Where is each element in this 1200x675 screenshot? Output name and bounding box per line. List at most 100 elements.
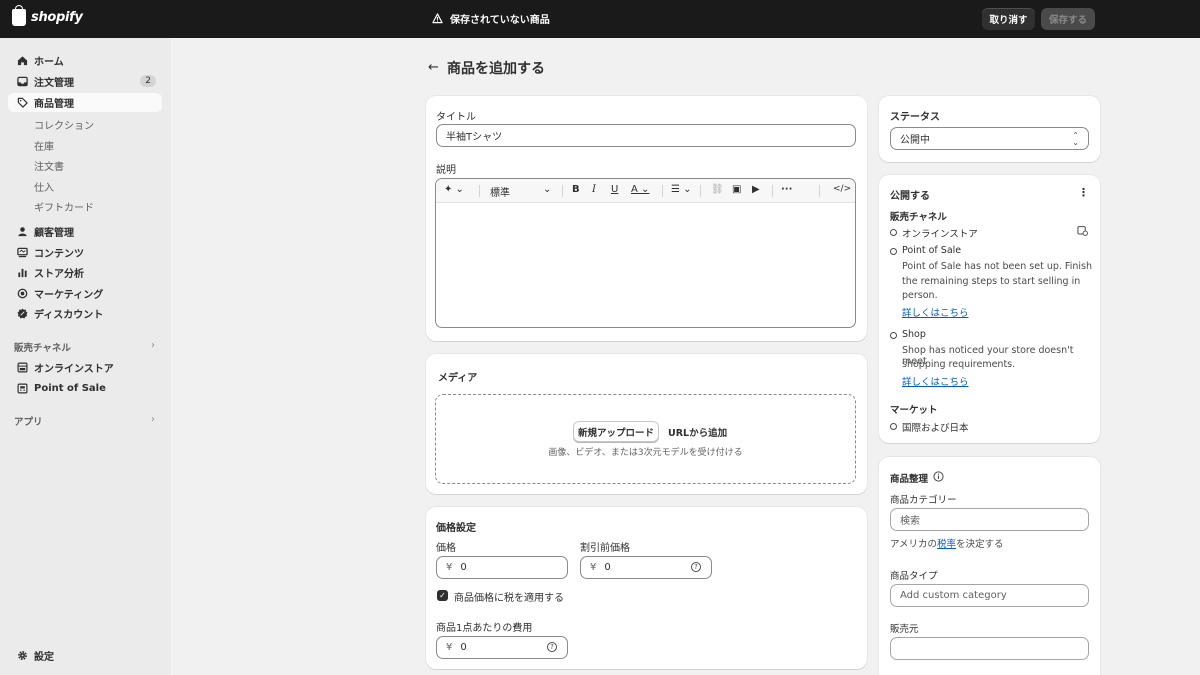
media-hint: 画像、ビデオ、または3次元モデルを受け付ける <box>548 448 743 458</box>
tax-note-suffix: を決定する <box>956 539 1004 550</box>
back-arrow-icon[interactable]: ← <box>428 60 439 75</box>
format-select[interactable]: 標準 <box>490 184 510 199</box>
pricing-card: 価格設定 価格 ¥ 0 割引前価格 ¥ 0 ? ✓ 商品価格に税を適用する 商品… <box>426 507 867 669</box>
status-heading: ステータス <box>890 112 940 123</box>
page-title: 商品を追加する <box>447 61 545 77</box>
vendor-label: 販売元 <box>890 624 919 635</box>
code-icon[interactable]: </> <box>833 184 851 194</box>
shopify-bag-icon <box>12 5 26 26</box>
pos-note-line: person. <box>902 290 938 301</box>
bold-icon[interactable]: B <box>572 184 580 195</box>
pos-learn-more-link[interactable]: 詳しくはこちら <box>902 305 969 319</box>
channel-shop: Shop <box>902 329 926 340</box>
product-type-label: 商品タイプ <box>890 571 938 582</box>
upload-button[interactable]: 新規アップロード <box>573 421 659 442</box>
title-input[interactable]: 半袖Tシャツ <box>436 124 856 147</box>
sidebar: ホーム 注文管理 2 商品管理 コレクション 在庫 注文書 仕入 ギフトカード … <box>0 38 171 675</box>
toolbar-divider <box>819 185 820 197</box>
help-circle-icon[interactable]: ? <box>547 642 557 652</box>
logo-text: shopify <box>31 10 83 25</box>
calendar-schedule-icon[interactable] <box>1077 225 1088 239</box>
save-button[interactable]: 保存する <box>1041 8 1095 30</box>
publishing-card: 公開する ⋮ 販売チャネル オンラインストア Point of Sale Poi… <box>879 175 1100 443</box>
currency-prefix: ¥ <box>590 562 597 573</box>
more-icon[interactable]: ··· <box>781 184 792 195</box>
sidebar-item-content[interactable]: コンテンツ <box>8 243 162 262</box>
status-select[interactable]: 公開中 ⌃ ⌄ <box>890 127 1089 150</box>
sidebar-item-marketing[interactable]: マーケティング <box>8 284 162 303</box>
more-vertical-icon[interactable]: ⋮ <box>1078 186 1089 199</box>
sidebar-item-discounts[interactable]: ディスカウント <box>8 304 162 323</box>
video-icon[interactable]: ▶ <box>752 184 760 195</box>
ai-sparkle-icon[interactable]: ✦ ⌄ <box>444 184 464 195</box>
sidebar-item-label: 注文管理 <box>34 78 74 89</box>
organization-heading: 商品整理 <box>890 474 929 485</box>
shop-learn-more-link[interactable]: 詳しくはこちら <box>902 374 969 388</box>
sales-channels-heading[interactable]: 販売チャネル <box>14 340 71 354</box>
sidebar-item-settings[interactable]: 設定 <box>8 646 162 665</box>
sidebar-item-label: ホーム <box>34 57 64 68</box>
description-label: 説明 <box>436 165 456 176</box>
sales-channels-label: 販売チャネル <box>890 212 947 223</box>
info-circle-icon[interactable] <box>933 471 944 485</box>
apps-heading[interactable]: アプリ <box>14 414 43 428</box>
gear-icon <box>16 650 28 662</box>
category-search-input[interactable]: 検索 <box>890 508 1089 531</box>
sidebar-item-orders[interactable]: 注文管理 2 <box>8 72 162 91</box>
market-heading: マーケット <box>890 405 938 416</box>
channel-status-dot <box>890 229 897 236</box>
compare-price-label: 割引前価格 <box>580 543 630 554</box>
image-icon[interactable]: ▣ <box>732 184 741 195</box>
price-value: 0 <box>460 562 467 573</box>
sidebar-item-label: ディスカウント <box>34 310 104 321</box>
warning-icon <box>432 13 443 24</box>
sidebar-item-analytics[interactable]: ストア分析 <box>8 263 162 282</box>
tax-rate-link[interactable]: 税率 <box>937 539 956 550</box>
sidebar-item-label: Point of Sale <box>34 383 106 394</box>
text-color-icon[interactable]: A ⌄ <box>631 184 649 195</box>
align-icon[interactable]: ☰ ⌄ <box>671 184 692 195</box>
product-type-input[interactable]: Add custom category <box>890 584 1089 607</box>
sidebar-sub-collections[interactable]: コレクション <box>34 117 94 132</box>
sidebar-sub-transfers[interactable]: 仕入 <box>34 179 54 194</box>
tax-checkbox-label[interactable]: 商品価格に税を適用する <box>454 589 564 604</box>
vendor-input[interactable] <box>890 637 1089 660</box>
category-placeholder: 検索 <box>900 516 920 527</box>
pricing-heading: 価格設定 <box>436 523 476 534</box>
sidebar-item-customers[interactable]: 顧客管理 <box>8 222 162 241</box>
unsaved-banner: 保存されていない商品 <box>432 11 550 26</box>
toolbar-divider <box>562 185 563 197</box>
select-chevron-icon: ⌃ ⌄ <box>1072 131 1079 147</box>
analytics-icon <box>16 267 28 279</box>
price-input[interactable]: ¥ 0 <box>436 556 568 579</box>
sidebar-sub-gift-cards[interactable]: ギフトカード <box>34 199 94 214</box>
add-from-url-link[interactable]: URLから追加 <box>668 425 727 439</box>
editor-toolbar: ✦ ⌄ 標準 ⌄ B I U A ⌄ ☰ ⌄ ⛓ ▣ ▶ ··· </> <box>436 179 855 203</box>
compare-price-value: 0 <box>604 562 611 573</box>
description-editor[interactable]: ✦ ⌄ 標準 ⌄ B I U A ⌄ ☰ ⌄ ⛓ ▣ ▶ ··· </> <box>435 178 856 328</box>
sidebar-item-label: ストア分析 <box>34 269 84 280</box>
discard-button[interactable]: 取り消す <box>982 8 1035 30</box>
sidebar-item-label: マーケティング <box>34 290 104 301</box>
sidebar-item-point-of-sale[interactable]: Point of Sale <box>8 379 162 398</box>
sidebar-sub-purchase-orders[interactable]: 注文書 <box>34 158 64 173</box>
chevron-right-icon[interactable]: › <box>151 340 155 351</box>
sidebar-sub-inventory[interactable]: 在庫 <box>34 138 54 153</box>
link-icon[interactable]: ⛓ <box>711 184 724 195</box>
product-organization-card: 商品整理 商品カテゴリー 検索 アメリカの税率を決定する 商品タイプ Add c… <box>879 457 1100 675</box>
sidebar-item-online-store[interactable]: オンラインストア <box>8 358 162 377</box>
chevron-right-icon[interactable]: › <box>151 414 155 425</box>
italic-icon[interactable]: I <box>592 184 596 195</box>
sidebar-item-home[interactable]: ホーム <box>8 51 162 70</box>
content-icon <box>16 247 28 259</box>
shopify-logo[interactable]: shopify <box>12 5 83 26</box>
sidebar-item-products[interactable]: 商品管理 <box>8 93 162 112</box>
chevron-down-icon[interactable]: ⌄ <box>543 184 551 195</box>
underline-icon[interactable]: U <box>611 184 618 195</box>
help-circle-icon[interactable]: ? <box>691 562 701 572</box>
sidebar-item-label: 商品管理 <box>34 99 74 110</box>
shop-note-line: shopping requirements. <box>902 359 1016 370</box>
toolbar-divider <box>700 185 701 197</box>
tax-checkbox[interactable]: ✓ <box>437 590 448 601</box>
media-dropzone[interactable]: 新規アップロード URLから追加 画像、ビデオ、または3次元モデルを受け付ける <box>435 394 856 484</box>
